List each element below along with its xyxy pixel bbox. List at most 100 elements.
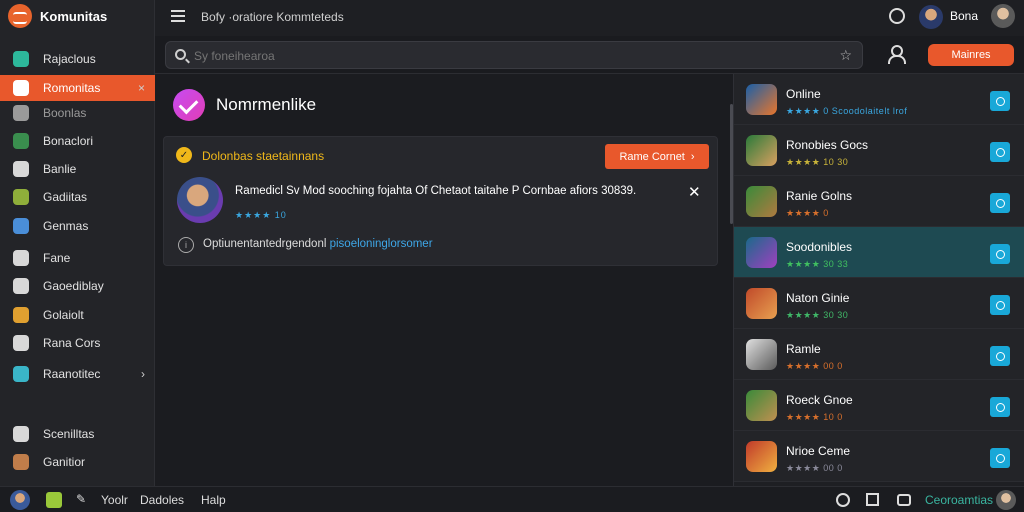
close-icon[interactable]: × (138, 81, 145, 95)
brush-icon[interactable]: ✎ (76, 492, 92, 508)
sidebar-item[interactable]: Rajaclous (0, 46, 155, 72)
app-icon[interactable] (46, 492, 62, 508)
game-row[interactable]: Nrioe Ceme ★★★★ 00 0 (734, 431, 1024, 482)
chat-icon (13, 133, 29, 149)
game-name: Online (786, 87, 821, 101)
sidebar-item-label: Gadiitas (43, 190, 88, 204)
primary-button[interactable]: Mainres (928, 44, 1014, 66)
sidebar-item[interactable]: Genmas (0, 213, 155, 239)
sidebar-item[interactable]: Fane (0, 245, 155, 271)
sidebar-item-label: Boonlas (43, 106, 87, 120)
notice-card: ✓ Dolonbas staetainnans Rame Cornet › Ra… (163, 136, 718, 266)
notice-rating: ★★★★ 10 (235, 210, 287, 220)
sidebar-item-label: Rajaclous (43, 52, 96, 66)
sidebar-item[interactable]: Bonaclori (0, 128, 155, 154)
game-thumbnail (746, 186, 777, 217)
close-icon[interactable]: ✕ (688, 183, 701, 201)
bottom-item-0[interactable]: Yoolr (101, 493, 128, 507)
sidebar-item[interactable]: Golaiolt (0, 302, 155, 328)
card-action-label: Rame Cornet (619, 150, 685, 163)
app-name: Komunitas (40, 8, 108, 24)
footnote-text: Optiunentantedrgendonl (203, 238, 327, 250)
game-row[interactable]: Ranie Golns ★★★★ 0 (734, 176, 1024, 227)
game-thumbnail (746, 339, 777, 370)
avatar[interactable] (919, 5, 943, 29)
game-meta: ★★★★ 00 0 (786, 361, 843, 371)
open-icon[interactable] (990, 193, 1010, 213)
user-avatar[interactable] (996, 490, 1016, 510)
sidebar-item-label: Genmas (43, 219, 89, 233)
menu-icon[interactable] (171, 10, 185, 22)
open-icon[interactable] (990, 397, 1010, 417)
user-icon[interactable] (887, 45, 906, 64)
game-row[interactable]: Roeck Gnoe ★★★★ 10 0 (734, 380, 1024, 431)
game-thumbnail (746, 390, 777, 421)
page-title: Nomrmenlike (216, 95, 317, 114)
game-thumbnail (746, 135, 777, 166)
sidebar-item-label: Banlie (43, 162, 77, 176)
sidebar-item[interactable]: Gadiitas (0, 184, 155, 210)
sidebar-item[interactable]: Raanotitec › (0, 361, 155, 387)
avatar[interactable] (10, 490, 30, 510)
game-meta: ★★★★ 10 0 (786, 412, 843, 422)
open-icon[interactable] (990, 346, 1010, 366)
game-meta: ★★★★ 00 0 (786, 463, 843, 473)
game-icon (13, 189, 29, 205)
open-icon[interactable] (990, 244, 1010, 264)
clock-icon[interactable] (836, 493, 850, 507)
card-action-button[interactable]: Rame Cornet › (605, 144, 709, 169)
open-icon[interactable] (990, 448, 1010, 468)
sidebar-item-label: Scenilltas (43, 427, 95, 441)
search-input[interactable] (194, 46, 814, 66)
sidebar-item-label: Ganitior (43, 455, 86, 469)
check-icon (173, 89, 205, 121)
status-text: Ceoroamtias (925, 493, 994, 507)
username: Bona (950, 9, 979, 23)
apps-icon (13, 307, 29, 323)
bookmark-icon (13, 161, 29, 177)
sidebar-item[interactable]: Romonitas × (0, 75, 155, 101)
game-row[interactable]: Ramle ★★★★ 00 0 (734, 329, 1024, 380)
profile-avatar[interactable] (991, 4, 1015, 28)
game-row[interactable]: Soodonibles ★★★★ 30 33 (734, 227, 1024, 278)
chat-icon[interactable] (897, 494, 911, 506)
game-row[interactable]: Ronobies Gocs ★★★★ 10 30 (734, 125, 1024, 176)
game-row[interactable]: Online ★★★★ 0 Scoodolaitelt lrof (734, 74, 1024, 125)
bottom-item-1[interactable]: Dadoles (140, 493, 184, 507)
sidebar-item-label: Bonaclori (43, 134, 94, 148)
open-icon[interactable] (990, 91, 1010, 111)
scrollbar[interactable] (730, 104, 733, 224)
game-name: Ranie Golns (786, 189, 853, 203)
sidebar-item[interactable]: Banlie (0, 156, 155, 182)
bottom-item-2[interactable]: Halp (201, 493, 226, 507)
search-icon (175, 49, 186, 60)
settings-icon[interactable] (889, 8, 905, 24)
game-name: Ronobies Gocs (786, 138, 869, 152)
download-icon (13, 250, 29, 266)
footnote: Optiunentantedrgendonl pisoeloninglorsom… (203, 238, 433, 250)
bottom-bar: ✎ Yoolr Dadoles Halp Ceoroamtias (0, 486, 1024, 512)
search-row: ☆ Mainres (155, 36, 1024, 74)
chevron-right-icon[interactable]: › (141, 367, 145, 381)
search-box: ☆ (165, 41, 863, 69)
brand[interactable]: Komunitas (8, 4, 107, 28)
open-icon[interactable] (990, 142, 1010, 162)
sidebar-item[interactable]: Scenilltas (0, 421, 155, 447)
sidebar-item[interactable]: Ganitior (0, 449, 155, 475)
screen-icon (13, 278, 29, 294)
sidebar-item[interactable]: Boonlas (0, 100, 155, 126)
chevron-right-icon: › (690, 150, 695, 163)
game-name: Soodonibles (786, 240, 853, 254)
card-title: Dolonbas staetainnans (202, 149, 325, 163)
sidebar-item[interactable]: Gaoediblay (0, 273, 155, 299)
grid-icon[interactable] (866, 493, 879, 506)
footnote-link[interactable]: pisoeloninglorsomer (330, 238, 433, 250)
star-icon[interactable]: ☆ (839, 47, 852, 64)
sidebar-item-label: Raanotitec (43, 367, 101, 381)
open-icon[interactable] (990, 295, 1010, 315)
sidebar-item[interactable]: Rana Cors (0, 330, 155, 356)
sidebar-item-label: Fane (43, 251, 71, 265)
sidebar-item-label: Gaoediblay (43, 279, 104, 293)
game-name: Ramle (786, 342, 821, 356)
game-row[interactable]: Naton Ginie ★★★★ 30 30 (734, 278, 1024, 329)
